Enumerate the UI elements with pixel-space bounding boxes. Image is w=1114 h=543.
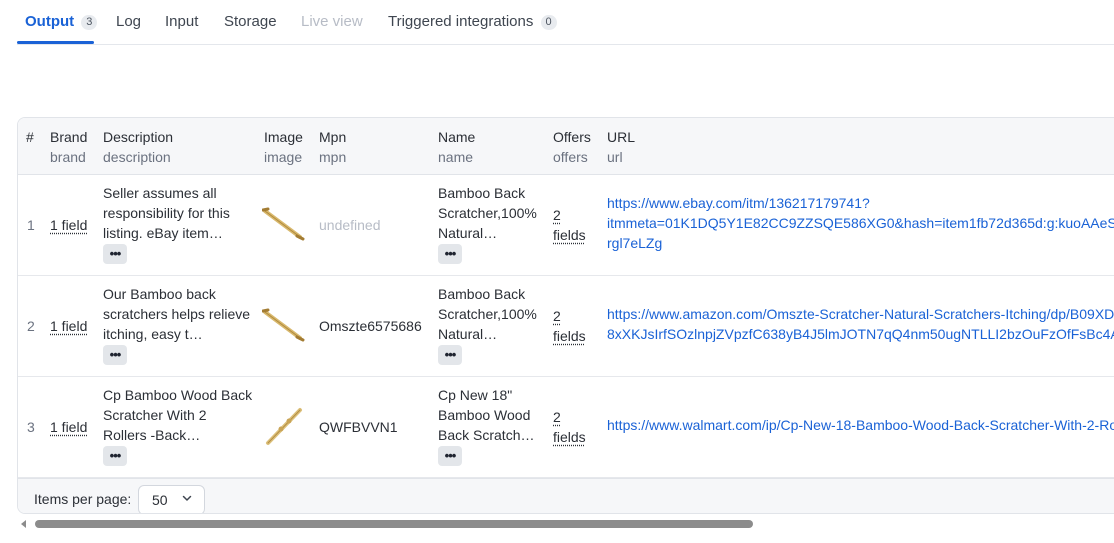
tab-input-label: Input [165, 13, 198, 30]
description-expand-button[interactable]: ••• [103, 446, 127, 466]
items-per-page-value: 50 [152, 490, 168, 510]
items-per-page-select[interactable]: 50 [138, 485, 205, 514]
scrollbar-thumb[interactable] [35, 520, 753, 528]
url-cell: https://www.amazon.com/Omszte-Scratcher-… [607, 304, 1114, 344]
url-link-cont[interactable]: 8xXKJsIrfSOzlnpjZVpzfC638yB4J5lmJOTN7qQ4… [607, 324, 1114, 344]
name-text: Bamboo Back Scratcher,100% Natural… [438, 284, 543, 344]
tab-output-count: 3 [81, 15, 97, 30]
description-expand-button[interactable]: ••• [103, 345, 127, 365]
bamboo-back-scratcher-image [262, 407, 306, 447]
tab-bar: Output 3 Log Input Storage Live view Tri… [17, 0, 1114, 45]
offers-field-link[interactable]: 2 fields [553, 407, 586, 447]
name-expand-button[interactable]: ••• [438, 345, 462, 365]
name-text: Bamboo Back Scratcher,100% Natural… [438, 183, 543, 243]
table-header: # Brand brand Description description Im… [18, 118, 1114, 175]
tab-log-label: Log [116, 13, 141, 30]
mpn-value: Omszte6575686 [319, 316, 422, 336]
tab-storage-label: Storage [224, 13, 277, 30]
name-expand-button[interactable]: ••• [438, 446, 462, 466]
tab-triggered-integrations[interactable]: Triggered integrations 0 [388, 12, 557, 32]
horizontal-scrollbar[interactable] [20, 518, 1114, 530]
tab-log[interactable]: Log [116, 12, 141, 32]
description-cell: Our Bamboo back scratchers helps relieve… [103, 284, 253, 365]
table-row: 3 1 field Cp Bamboo Wood Back Scratcher … [18, 377, 1114, 478]
table-row: 2 1 field Our Bamboo back scratchers hel… [18, 276, 1114, 377]
tab-output[interactable]: Output 3 [25, 12, 97, 32]
offers-field-link[interactable]: 2 fields [553, 205, 586, 245]
table-footer: Items per page: 50 [18, 478, 1114, 514]
brand-field-link[interactable]: 1 field [50, 417, 87, 437]
tab-input[interactable]: Input [165, 12, 198, 32]
column-header-image[interactable]: Image image [264, 127, 303, 167]
column-header-offers[interactable]: Offers offers [553, 127, 591, 167]
tab-storage[interactable]: Storage [224, 12, 277, 32]
description-cell: Seller assumes all responsibility for th… [103, 183, 253, 264]
tab-triggered-integrations-count: 0 [541, 15, 557, 30]
url-link-cont[interactable]: rgl7eLZg [607, 233, 1114, 253]
chevron-down-icon [182, 493, 192, 503]
description-text: Our Bamboo back scratchers helps relieve… [103, 284, 253, 344]
url-link[interactable]: https://www.walmart.com/ip/Cp-New-18-Bam… [607, 415, 1114, 435]
tab-live-view-label: Live view [301, 13, 363, 30]
name-expand-button[interactable]: ••• [438, 244, 462, 264]
url-link[interactable]: https://www.ebay.com/itm/136217179741? [607, 193, 1114, 213]
url-link-cont[interactable]: itmmeta=01K1DQ5Y1E82CC9ZZSQE586XG0&hash=… [607, 213, 1114, 233]
table-row: 1 1 field Seller assumes all responsibil… [18, 175, 1114, 276]
column-header-index: # [26, 127, 34, 147]
name-cell: Bamboo Back Scratcher,100% Natural… ••• [438, 284, 543, 365]
name-cell: Cp New 18" Bamboo Wood Back Scratch… ••• [438, 385, 543, 466]
description-cell: Cp Bamboo Wood Back Scratcher With 2 Rol… [103, 385, 253, 466]
column-header-url[interactable]: URL url [607, 127, 635, 167]
row-index: 1 [27, 215, 35, 235]
url-cell: https://www.walmart.com/ip/Cp-New-18-Bam… [607, 415, 1114, 435]
tab-triggered-integrations-label: Triggered integrations [388, 13, 533, 30]
bamboo-back-scratcher-image [262, 308, 306, 344]
description-text: Seller assumes all responsibility for th… [103, 183, 253, 243]
offers-field-link[interactable]: 2 fields [553, 306, 586, 346]
tab-live-view: Live view [301, 12, 363, 32]
name-text: Cp New 18" Bamboo Wood Back Scratch… [438, 385, 543, 445]
column-header-name[interactable]: Name name [438, 127, 475, 167]
tab-output-label: Output [25, 13, 74, 30]
column-header-brand[interactable]: Brand brand [50, 127, 87, 167]
description-expand-button[interactable]: ••• [103, 244, 127, 264]
active-tab-indicator [17, 41, 94, 44]
brand-field-link[interactable]: 1 field [50, 215, 87, 235]
row-index: 2 [27, 316, 35, 336]
row-index: 3 [27, 417, 35, 437]
column-header-mpn[interactable]: Mpn mpn [319, 127, 346, 167]
column-header-description[interactable]: Description description [103, 127, 173, 167]
description-text: Cp Bamboo Wood Back Scratcher With 2 Rol… [103, 385, 253, 445]
scroll-left-arrow-icon[interactable] [20, 519, 28, 529]
items-per-page-label: Items per page: [34, 489, 131, 509]
results-table: # Brand brand Description description Im… [17, 117, 1114, 514]
mpn-value: undefined [319, 215, 381, 235]
url-link[interactable]: https://www.amazon.com/Omszte-Scratcher-… [607, 304, 1114, 324]
mpn-value: QWFBVVN1 [319, 417, 398, 437]
bamboo-back-scratcher-image [262, 207, 306, 243]
name-cell: Bamboo Back Scratcher,100% Natural… ••• [438, 183, 543, 264]
brand-field-link[interactable]: 1 field [50, 316, 87, 336]
url-cell: https://www.ebay.com/itm/136217179741? i… [607, 193, 1114, 253]
